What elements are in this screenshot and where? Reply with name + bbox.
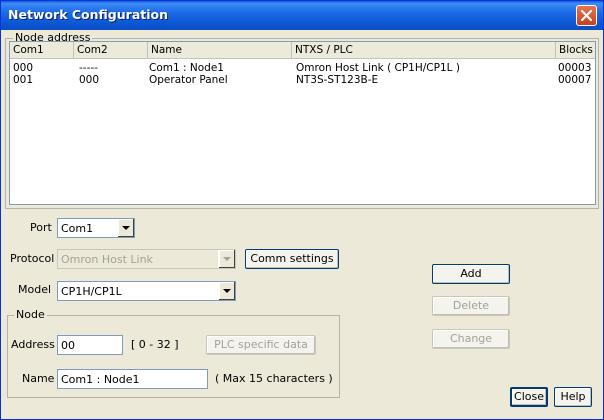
plc-specific-data-label: PLC specific data — [214, 338, 308, 351]
port-label: Port — [30, 221, 52, 234]
model-select[interactable]: CP1H/CP1L — [57, 281, 236, 301]
model-label: Model — [18, 283, 52, 296]
help-label: Help — [560, 390, 586, 403]
row-com2: ----- — [79, 62, 98, 74]
node-row[interactable]: 001 000 Operator Panel NT3S-ST123B-E 000… — [10, 74, 595, 86]
address-field[interactable] — [57, 335, 123, 355]
column-header-name[interactable]: Name — [148, 42, 292, 59]
name-hint-label: ( Max 15 characters ) — [215, 372, 333, 385]
chevron-down-icon — [223, 257, 231, 261]
chevron-down-icon — [223, 289, 231, 293]
comm-settings-button[interactable]: Comm settings — [245, 249, 339, 269]
change-button[interactable]: Change — [432, 329, 510, 349]
row-name: Com1 : Node1 — [149, 62, 224, 74]
close-label: Close — [514, 390, 544, 403]
column-header-com1[interactable]: Com1 — [10, 42, 74, 59]
row-com1: 000 — [13, 62, 34, 74]
port-dropdown-button[interactable] — [117, 219, 134, 237]
row-com2: 000 — [79, 74, 100, 86]
node-list-header: Com1 Com2 Name NTXS / PLC Blocks — [10, 42, 595, 59]
protocol-dropdown-button[interactable] — [218, 250, 235, 268]
delete-button[interactable]: Delete — [432, 296, 510, 316]
protocol-select-value: Omron Host Link — [61, 253, 153, 266]
add-label: Add — [460, 267, 482, 280]
column-header-plc[interactable]: NTXS / PLC — [292, 42, 556, 59]
close-button[interactable]: Close — [510, 387, 548, 407]
column-header-blocks[interactable]: Blocks — [556, 42, 595, 59]
window-title: Network Configuration — [8, 7, 168, 22]
node-list[interactable]: Com1 Com2 Name NTXS / PLC Blocks 000 ---… — [9, 41, 596, 205]
delete-label: Delete — [452, 299, 490, 312]
node-group-label: Node — [14, 308, 47, 321]
chevron-down-icon — [122, 226, 130, 230]
row-blocks: 00007 — [558, 74, 592, 86]
address-label: Address — [11, 338, 55, 351]
row-plc: NT3S-ST123B-E — [296, 74, 379, 86]
address-range-label: [ 0 - 32 ] — [131, 338, 179, 351]
network-configuration-window: Network Configuration Node address Com1 … — [0, 0, 604, 420]
row-blocks: 00003 — [558, 62, 592, 74]
row-plc: Omron Host Link ( CP1H/CP1L ) — [296, 62, 460, 74]
port-select-value: Com1 — [61, 222, 94, 235]
help-button[interactable]: Help — [554, 387, 592, 407]
close-icon — [581, 10, 592, 21]
protocol-label: Protocol — [10, 252, 55, 265]
name-label: Name — [22, 372, 55, 385]
add-button[interactable]: Add — [432, 264, 510, 284]
model-select-value: CP1H/CP1L — [61, 285, 122, 298]
close-window-button[interactable] — [576, 5, 597, 26]
row-name: Operator Panel — [149, 74, 228, 86]
node-row[interactable]: 000 ----- Com1 : Node1 Omron Host Link (… — [10, 62, 595, 74]
port-select[interactable]: Com1 — [57, 218, 135, 238]
name-field[interactable] — [57, 369, 208, 389]
column-header-com2[interactable]: Com2 — [74, 42, 148, 59]
address-input[interactable] — [58, 336, 122, 354]
name-input[interactable] — [58, 370, 207, 388]
row-com1: 001 — [13, 74, 34, 86]
model-dropdown-button[interactable] — [218, 282, 235, 300]
protocol-select[interactable]: Omron Host Link — [57, 249, 236, 269]
change-label: Change — [449, 332, 493, 345]
plc-specific-data-button[interactable]: PLC specific data — [206, 335, 316, 355]
title-bar[interactable]: Network Configuration — [1, 1, 603, 30]
comm-settings-label: Comm settings — [250, 252, 334, 265]
